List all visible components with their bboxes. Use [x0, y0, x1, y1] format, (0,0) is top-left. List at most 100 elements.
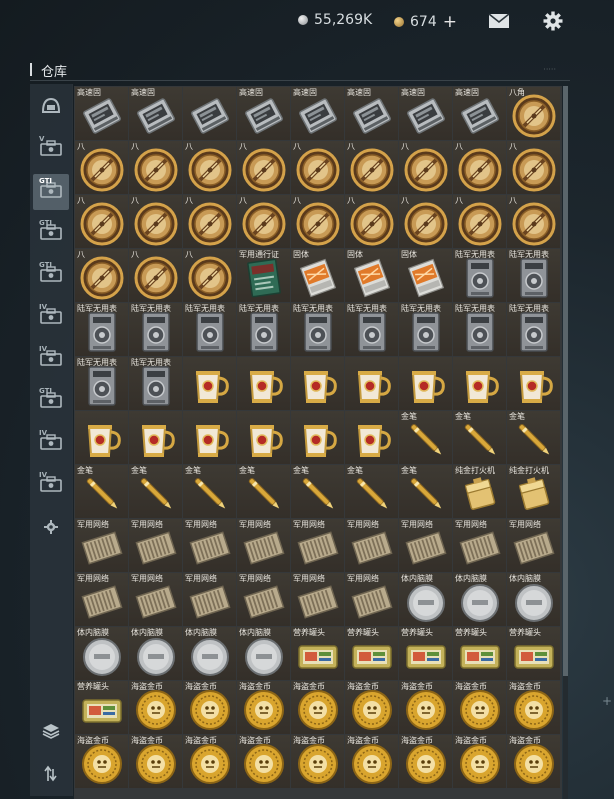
inventory-item[interactable]: 海盗金币	[237, 735, 290, 788]
inventory-item[interactable]: 海盗金币	[129, 681, 182, 734]
inventory-item[interactable]: 陆军无用表	[399, 303, 452, 356]
inventory-item[interactable]: 金笔	[237, 465, 290, 518]
inventory-item[interactable]: 海盗金币	[291, 735, 344, 788]
sidebar-tab-5[interactable]: GTI	[33, 258, 69, 294]
inventory-item[interactable]: 八	[129, 195, 182, 248]
inventory-item[interactable]: 营养罐头	[291, 627, 344, 680]
inventory-item[interactable]: 军用网络	[399, 519, 452, 572]
inventory-item[interactable]: 八	[237, 195, 290, 248]
inventory-item[interactable]: 八	[507, 195, 560, 248]
inventory-item[interactable]: 高速固	[399, 87, 452, 140]
inventory-item[interactable]: 高速固	[237, 87, 290, 140]
inventory-item[interactable]: 陆军无用表	[291, 303, 344, 356]
sort-icon[interactable]	[33, 759, 69, 789]
inventory-item[interactable]: 陆军无用表	[345, 303, 398, 356]
inventory-item[interactable]: 军用网络	[453, 519, 506, 572]
inventory-item[interactable]: 体内脑膜	[183, 627, 236, 680]
inventory-item[interactable]: 金笔	[291, 465, 344, 518]
inventory-item[interactable]: 固体	[291, 249, 344, 302]
inventory-item[interactable]: 体内脑膜	[129, 627, 182, 680]
inventory-item[interactable]: 八	[75, 249, 128, 302]
inventory-item[interactable]: 营养罐头	[399, 627, 452, 680]
inventory-item[interactable]: 八	[183, 141, 236, 194]
inventory-item[interactable]	[183, 411, 236, 464]
inventory-item[interactable]: 金笔	[75, 465, 128, 518]
inventory-item[interactable]: 纯金打火机	[453, 465, 506, 518]
inventory-item[interactable]: 金笔	[399, 411, 452, 464]
inventory-item[interactable]: 固体	[345, 249, 398, 302]
inventory-scrollbar[interactable]	[563, 86, 568, 799]
inventory-item[interactable]: 金笔	[183, 465, 236, 518]
inventory-item[interactable]: 陆军无用表	[129, 357, 182, 410]
inventory-item[interactable]: 海盗金币	[345, 735, 398, 788]
inventory-item[interactable]: 海盗金币	[237, 681, 290, 734]
inventory-item[interactable]: 海盗金币	[75, 735, 128, 788]
inventory-item[interactable]	[291, 357, 344, 410]
inventory-item[interactable]: 体内脑膜	[237, 627, 290, 680]
inventory-item[interactable]: 海盗金币	[183, 735, 236, 788]
add-currency-button[interactable]: +	[443, 12, 457, 32]
inventory-item[interactable]: 体内脑膜	[399, 573, 452, 626]
inventory-item[interactable]: 军用网络	[345, 573, 398, 626]
sidebar-tab-2[interactable]: V	[33, 132, 69, 168]
inventory-item[interactable]: 陆军无用表	[75, 303, 128, 356]
inventory-item[interactable]: 海盗金币	[453, 681, 506, 734]
inventory-item[interactable]: 陆军无用表	[75, 357, 128, 410]
sidebar-tab-8[interactable]: GTI	[33, 384, 69, 420]
inventory-item[interactable]: 陆军无用表	[237, 303, 290, 356]
inventory-item[interactable]: 金笔	[507, 411, 560, 464]
inventory-item[interactable]: 军用网络	[345, 519, 398, 572]
inventory-item[interactable]: 海盗金币	[399, 681, 452, 734]
inventory-item[interactable]: 八	[183, 249, 236, 302]
inventory-item[interactable]	[345, 357, 398, 410]
inventory-item[interactable]: 陆军无用表	[453, 303, 506, 356]
inventory-item[interactable]: 营养罐头	[453, 627, 506, 680]
inventory-item[interactable]: 军用网络	[129, 519, 182, 572]
inventory-item[interactable]: 高速固	[453, 87, 506, 140]
sidebar-tab-3[interactable]: GTI	[33, 174, 69, 210]
inventory-item[interactable]: 八	[345, 195, 398, 248]
inventory-item[interactable]: 军用通行证	[237, 249, 290, 302]
inventory-item[interactable]: 八	[183, 195, 236, 248]
inventory-item[interactable]: 金笔	[453, 411, 506, 464]
inventory-item[interactable]: 八	[291, 195, 344, 248]
inventory-item[interactable]	[237, 357, 290, 410]
inventory-item[interactable]: 体内脑膜	[453, 573, 506, 626]
inventory-item[interactable]	[75, 411, 128, 464]
sidebar-tab-10[interactable]: IV	[33, 468, 69, 504]
inventory-item[interactable]: 陆军无用表	[453, 249, 506, 302]
inventory-item[interactable]: 军用网络	[237, 573, 290, 626]
inventory-item[interactable]: 八	[453, 195, 506, 248]
inventory-item[interactable]: 海盗金币	[507, 735, 560, 788]
sidebar-tab-6[interactable]: IV	[33, 300, 69, 336]
inventory-item[interactable]: 金笔	[399, 465, 452, 518]
inventory-item[interactable]: 八	[507, 141, 560, 194]
inventory-item[interactable]: 八	[75, 141, 128, 194]
inventory-item[interactable]: 固体	[399, 249, 452, 302]
inventory-item[interactable]: 海盗金币	[183, 681, 236, 734]
inventory-item[interactable]	[507, 357, 560, 410]
sidebar-tab-11[interactable]	[33, 510, 69, 546]
inventory-item[interactable]: 军用网络	[237, 519, 290, 572]
inventory-item[interactable]: 海盗金币	[291, 681, 344, 734]
scrollbar-thumb[interactable]	[563, 86, 568, 676]
inventory-item[interactable]: 八	[75, 195, 128, 248]
inventory-item[interactable]: 陆军无用表	[129, 303, 182, 356]
inventory-item[interactable]: 八	[129, 249, 182, 302]
inventory-item[interactable]: 军用网络	[291, 519, 344, 572]
inventory-item[interactable]	[129, 411, 182, 464]
inventory-item[interactable]: 八	[453, 141, 506, 194]
sidebar-tab-1[interactable]	[33, 90, 69, 126]
inventory-item[interactable]: 高速固	[291, 87, 344, 140]
settings-gear-icon[interactable]	[543, 11, 563, 31]
inventory-item[interactable]: 金笔	[129, 465, 182, 518]
inventory-item[interactable]: 军用网络	[183, 519, 236, 572]
sidebar-tab-7[interactable]: IV	[33, 342, 69, 378]
inventory-item[interactable]: 陆军无用表	[507, 303, 560, 356]
inventory-item[interactable]: 军用网络	[291, 573, 344, 626]
sidebar-tab-4[interactable]: GTI	[33, 216, 69, 252]
inventory-item[interactable]: 八	[345, 141, 398, 194]
inventory-item[interactable]	[453, 357, 506, 410]
inventory-item[interactable]: 营养罐头	[345, 627, 398, 680]
inventory-item[interactable]	[237, 411, 290, 464]
